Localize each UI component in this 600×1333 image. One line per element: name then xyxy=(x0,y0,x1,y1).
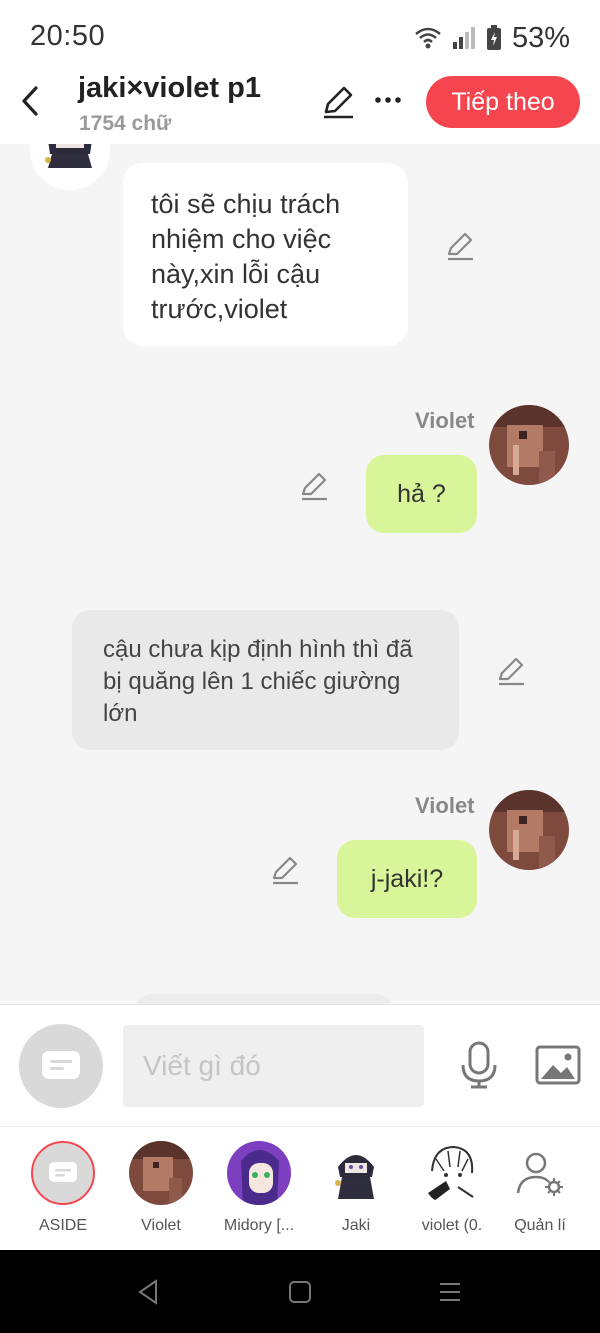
message-input[interactable]: Viết gì đó xyxy=(123,1025,424,1107)
violet-avatar xyxy=(129,1141,193,1205)
avatar-violet[interactable] xyxy=(489,790,569,870)
battery-icon xyxy=(486,25,501,50)
character-midory[interactable]: Midory [... xyxy=(209,1141,309,1235)
partial-bubble xyxy=(136,994,392,1004)
nav-home-icon[interactable] xyxy=(288,1280,312,1304)
message-icon xyxy=(49,1162,77,1182)
sender-name: Violet xyxy=(415,793,475,818)
character-label: ASIDE xyxy=(38,1217,87,1234)
status-bar: 20:50 53% xyxy=(0,0,600,72)
character-label: Midory [... xyxy=(223,1217,295,1234)
user-settings-icon xyxy=(516,1152,563,1196)
edit-message-icon[interactable] xyxy=(495,655,527,687)
message-text: j-jaki!? xyxy=(370,864,444,893)
character-jaki[interactable]: Jaki xyxy=(306,1141,406,1235)
midory-avatar xyxy=(227,1141,291,1205)
story-title: jaki×violet p1 xyxy=(78,72,261,104)
more-options-icon[interactable] xyxy=(372,84,404,116)
story-header: jaki×violet p1 1754 chữ Tiếp theo xyxy=(0,72,600,144)
image-icon[interactable] xyxy=(535,1045,581,1085)
character-violet-2[interactable]: violet (0. xyxy=(402,1141,502,1235)
back-arrow-icon[interactable] xyxy=(14,84,48,118)
character-label: Quản lí xyxy=(514,1217,566,1234)
nav-back-icon[interactable] xyxy=(136,1279,160,1305)
character-aside[interactable]: ASIDE xyxy=(13,1141,113,1235)
character-label: violet (0. xyxy=(421,1217,483,1234)
message-text: hả ? xyxy=(397,479,446,508)
next-button[interactable]: Tiếp theo xyxy=(426,76,580,128)
status-icons: 53% xyxy=(414,20,570,56)
jaki-avatar xyxy=(324,1141,388,1205)
manage-characters[interactable]: Quản lí xyxy=(490,1141,590,1235)
message-text: tôi sẽ chịu trách nhiệm cho việc này,xin… xyxy=(151,189,341,324)
message-bubble-jaki[interactable]: tôi sẽ chịu trách nhiệm cho việc này,xin… xyxy=(123,163,408,346)
character-violet[interactable]: Violet xyxy=(111,1141,211,1235)
avatar-violet[interactable] xyxy=(489,405,569,485)
system-nav-bar xyxy=(0,1250,600,1333)
microphone-icon[interactable] xyxy=(459,1041,499,1089)
aside-toggle-button[interactable] xyxy=(19,1024,103,1108)
narration-bubble[interactable]: cậu chưa kịp định hình thì đã bị quăng l… xyxy=(72,610,459,750)
signal-icon xyxy=(452,27,475,49)
nav-menu-icon[interactable] xyxy=(438,1281,462,1303)
message-text: cậu chưa kịp định hình thì đã bị quăng l… xyxy=(103,636,413,727)
word-count: 1754 chữ xyxy=(79,112,172,135)
wifi-icon xyxy=(415,27,441,49)
edit-message-icon[interactable] xyxy=(269,854,301,886)
aside-avatar xyxy=(31,1141,95,1205)
status-time: 20:50 xyxy=(30,20,106,52)
battery-percent: 53% xyxy=(511,21,570,54)
violet-2-avatar xyxy=(420,1141,484,1205)
character-strip: ASIDE Violet Midory [... Jaki violet (0.… xyxy=(0,1126,600,1250)
message-bubble-violet[interactable]: j-jaki!? xyxy=(337,840,477,918)
message-icon xyxy=(42,1051,80,1079)
character-label: Violet xyxy=(141,1217,181,1234)
sender-name: Violet xyxy=(415,408,475,433)
manage-avatar xyxy=(508,1141,572,1205)
avatar-jaki[interactable] xyxy=(30,144,110,190)
character-label: Jaki xyxy=(341,1217,371,1234)
chat-area[interactable]: tôi sẽ chịu trách nhiệm cho việc này,xin… xyxy=(0,144,600,1004)
edit-title-icon[interactable] xyxy=(320,84,356,120)
message-bubble-violet[interactable]: hả ? xyxy=(366,455,477,533)
edit-message-icon[interactable] xyxy=(298,470,330,502)
edit-message-icon[interactable] xyxy=(444,230,476,262)
composer-bar: Viết gì đó xyxy=(0,1004,600,1126)
